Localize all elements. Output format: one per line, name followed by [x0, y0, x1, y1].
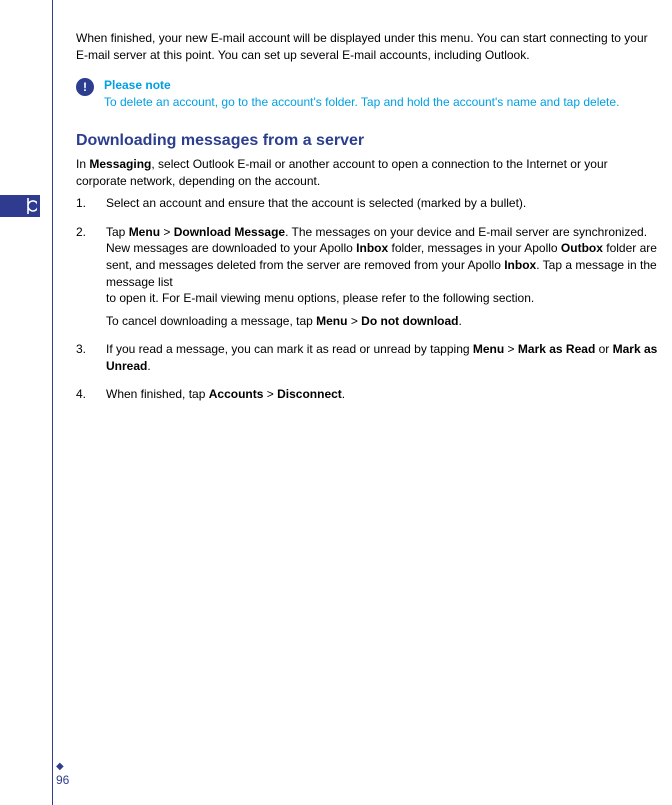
step-text: Tap Menu > Download Message. The message… [106, 224, 660, 335]
t: When finished, tap [106, 387, 209, 401]
bold-accounts: Accounts [209, 387, 264, 401]
note-icon: ! [76, 78, 94, 96]
bold-outbox: Outbox [561, 241, 603, 255]
t: To cancel downloading a message, tap [106, 314, 316, 328]
note-title: Please note [104, 78, 171, 92]
sep: > [504, 342, 518, 356]
bold-menu: Menu [473, 342, 504, 356]
bold-disconnect: Disconnect [277, 387, 342, 401]
bold-do-not-download: Do not download [361, 314, 458, 328]
lead-paragraph: In Messaging, select Outlook E-mail or a… [76, 156, 660, 189]
bold-menu: Menu [129, 225, 160, 239]
lead-pre: In [76, 157, 89, 171]
step-text: Select an account and ensure that the ac… [106, 195, 660, 218]
t: folder, messages in your Apollo [388, 241, 561, 255]
t: or [595, 342, 612, 356]
section-heading: Downloading messages from a server [76, 130, 660, 152]
step-text: When finished, tap Accounts > Disconnect… [106, 386, 660, 409]
chapter-side-tab [0, 195, 40, 217]
page-number: 96 [56, 773, 69, 787]
lead-post: , select Outlook E-mail or another accou… [76, 157, 608, 188]
bold-menu: Menu [316, 314, 347, 328]
intro-paragraph: When finished, your new E-mail account w… [76, 30, 660, 63]
bold-mark-as-read: Mark as Read [518, 342, 595, 356]
t: If you read a message, you can mark it a… [106, 342, 473, 356]
step-number: 2. [76, 224, 94, 335]
t: . [458, 314, 461, 328]
bold-inbox: Inbox [504, 258, 536, 272]
bold-download-message: Download Message [174, 225, 285, 239]
lead-bold-messaging: Messaging [89, 157, 151, 171]
page-content: When finished, your new E-mail account w… [76, 30, 660, 415]
step-1: 1. Select an account and ensure that the… [76, 195, 660, 218]
note-block: ! Please note To delete an account, go t… [76, 77, 660, 110]
t: Tap [106, 225, 129, 239]
sep: > [347, 314, 361, 328]
step-number: 1. [76, 195, 94, 218]
t: to open it. For E-mail viewing menu opti… [106, 291, 534, 305]
step-3: 3. If you read a message, you can mark i… [76, 341, 660, 380]
step-4: 4. When finished, tap Accounts > Disconn… [76, 386, 660, 409]
step-2: 2. Tap Menu > Download Message. The mess… [76, 224, 660, 335]
steps-list: 1. Select an account and ensure that the… [76, 195, 660, 408]
note-text: Please note To delete an account, go to … [104, 77, 619, 110]
page-footer: ◆ 96 [56, 758, 69, 787]
step-text: If you read a message, you can mark it a… [106, 341, 660, 380]
note-body: To delete an account, go to the account'… [104, 95, 619, 109]
step-number: 4. [76, 386, 94, 409]
vertical-rule [52, 0, 53, 805]
t: . [342, 387, 345, 401]
footer-diamond-icon: ◆ [56, 761, 64, 772]
step-number: 3. [76, 341, 94, 380]
sep: > [160, 225, 174, 239]
step-1-text: Select an account and ensure that the ac… [106, 196, 526, 210]
bold-inbox: Inbox [356, 241, 388, 255]
sep: > [263, 387, 277, 401]
t: . [147, 359, 150, 373]
